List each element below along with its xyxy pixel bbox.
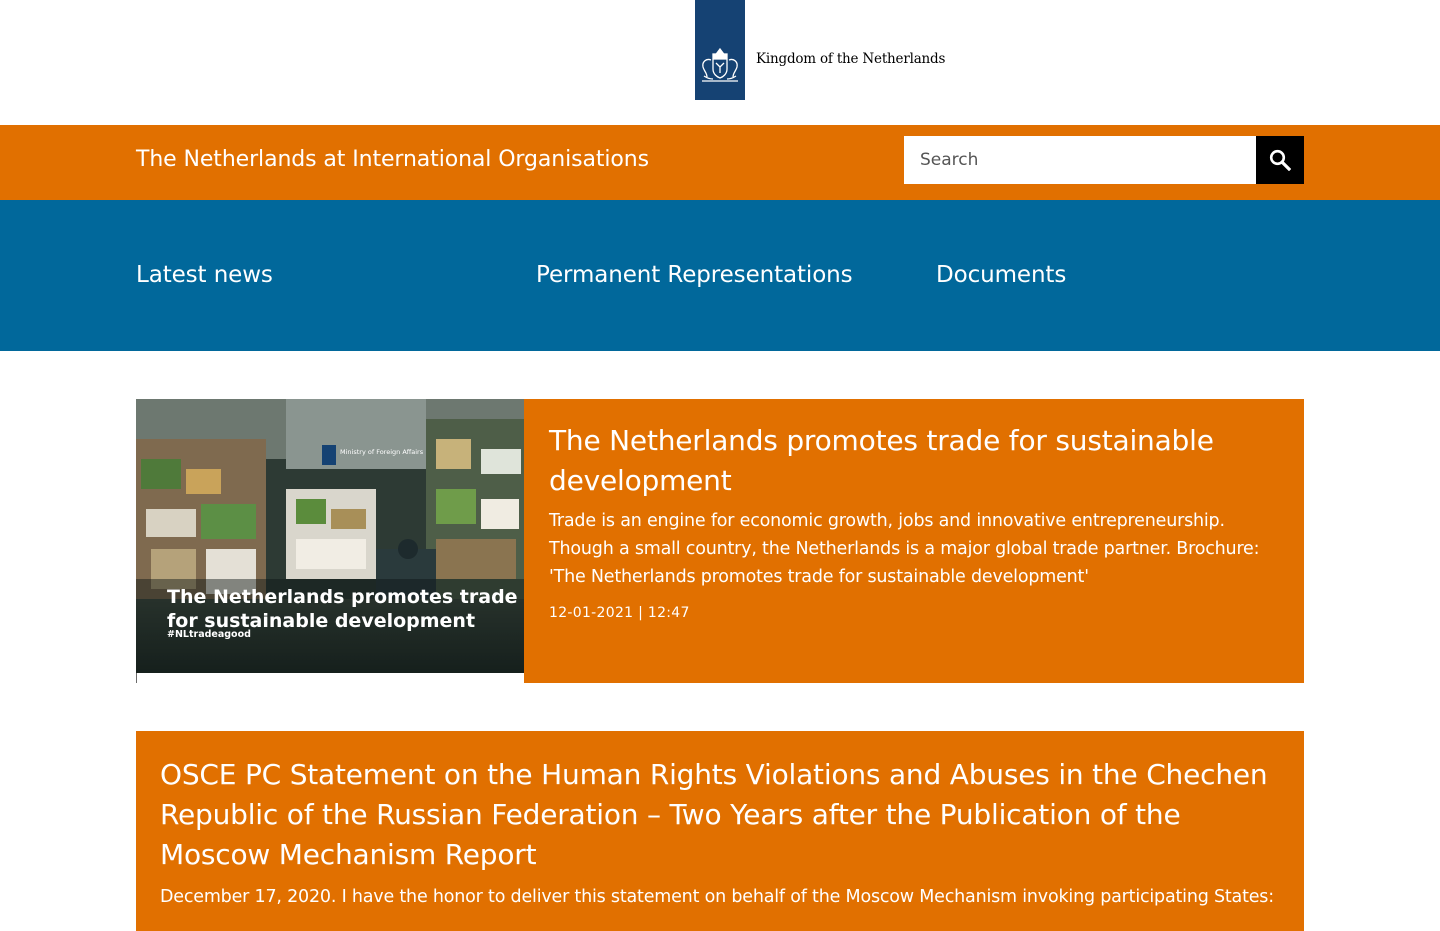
wordmark: Kingdom of the Netherlands [756, 51, 946, 67]
featured-image[interactable]: Ministry of Foreign Affairs The Netherla… [136, 399, 524, 683]
image-ministry-label: Ministry of Foreign Affairs [340, 448, 424, 456]
nav-link-documents[interactable]: Documents [936, 262, 1066, 288]
search-input[interactable] [904, 136, 1256, 184]
main-nav: Latest news Permanent Representations Do… [0, 200, 1440, 351]
featured-summary: Trade is an engine for economic growth, … [549, 511, 1260, 587]
site-header: The Netherlands at International Organis… [0, 125, 1440, 200]
news-card-summary: December 17, 2020. I have the honor to d… [160, 887, 1274, 907]
coat-of-arms-icon [702, 47, 738, 82]
logo-bar: Kingdom of the Netherlands [0, 0, 1440, 125]
site-title[interactable]: The Netherlands at International Organis… [136, 147, 649, 172]
featured-text: The Netherlands promotes trade for susta… [549, 421, 1279, 621]
nav-link-latest-news[interactable]: Latest news [136, 262, 273, 288]
search-icon [1269, 149, 1291, 171]
search-button[interactable] [1256, 136, 1304, 184]
image-hashtag: #NLtradeagood [167, 629, 251, 640]
rijksoverheid-logo[interactable] [695, 0, 745, 100]
featured-news-card[interactable]: Ministry of Foreign Affairs The Netherla… [136, 399, 1304, 683]
featured-title[interactable]: The Netherlands promotes trade for susta… [549, 421, 1279, 501]
featured-date: 12-01-2021 | 12:47 [549, 605, 690, 621]
news-card-osce[interactable]: OSCE PC Statement on the Human Rights Vi… [136, 731, 1304, 931]
news-card-title[interactable]: OSCE PC Statement on the Human Rights Vi… [160, 755, 1280, 875]
warehouse-photo: Ministry of Foreign Affairs The Netherla… [136, 399, 524, 683]
nav-link-permanent-representations[interactable]: Permanent Representations [536, 262, 853, 288]
